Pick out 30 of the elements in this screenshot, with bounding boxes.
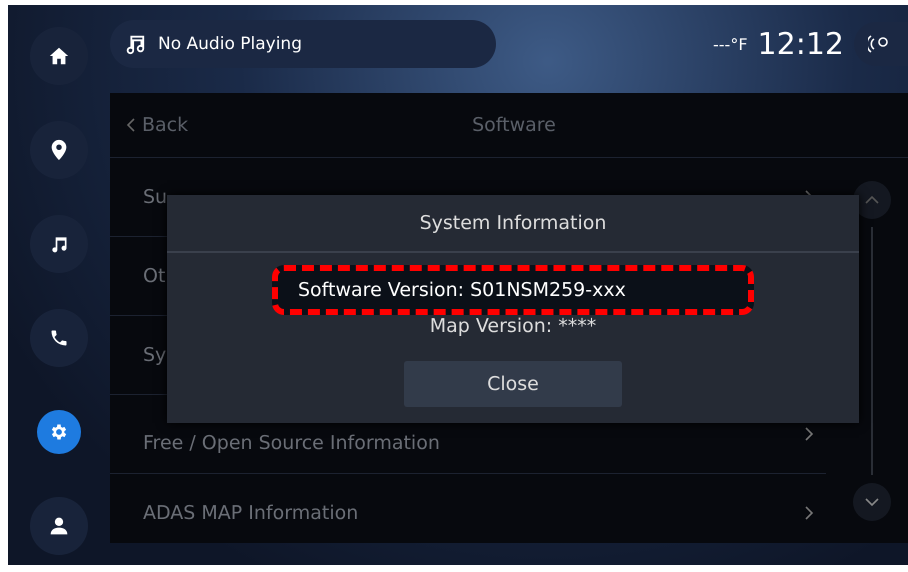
- dialog-title: System Information: [167, 195, 859, 253]
- home-icon: [48, 45, 70, 67]
- scroll-down-button[interactable]: [853, 483, 891, 521]
- temperature-text: ---°F: [713, 34, 748, 54]
- list-item-label: Sy: [143, 344, 166, 366]
- list-item-label: Free / Open Source Information: [143, 431, 440, 454]
- info-text: Map Version: ****: [430, 315, 596, 337]
- settings-icon: [49, 422, 69, 442]
- chevron-left-icon: [126, 117, 136, 133]
- back-button[interactable]: Back: [110, 114, 188, 136]
- chevron-down-icon: [864, 497, 880, 507]
- chevron-up-icon: [864, 195, 880, 205]
- clock-time: 12:12: [758, 26, 844, 62]
- close-button[interactable]: Close: [404, 361, 622, 407]
- list-item-label: Ot: [143, 265, 166, 287]
- audio-status-pill[interactable]: No Audio Playing: [110, 20, 496, 68]
- chevron-right-icon: [804, 505, 814, 521]
- list-item-label: ADAS MAP Information: [143, 502, 358, 524]
- phone-icon: [49, 328, 69, 348]
- music-note-icon: [124, 33, 146, 55]
- chevron-right-icon: [804, 426, 814, 442]
- voice-waves-icon: [868, 34, 890, 54]
- list-item[interactable]: ADAS MAP Information: [110, 474, 826, 552]
- location-pin-icon: [50, 139, 68, 161]
- info-text: Software Version: S01NSM259-xxx: [298, 279, 626, 301]
- audio-status-text: No Audio Playing: [158, 34, 302, 54]
- panel-title: Software: [472, 114, 556, 136]
- list-item-label: Su: [143, 186, 168, 208]
- nav-button[interactable]: [37, 410, 81, 454]
- person-icon: [49, 516, 69, 536]
